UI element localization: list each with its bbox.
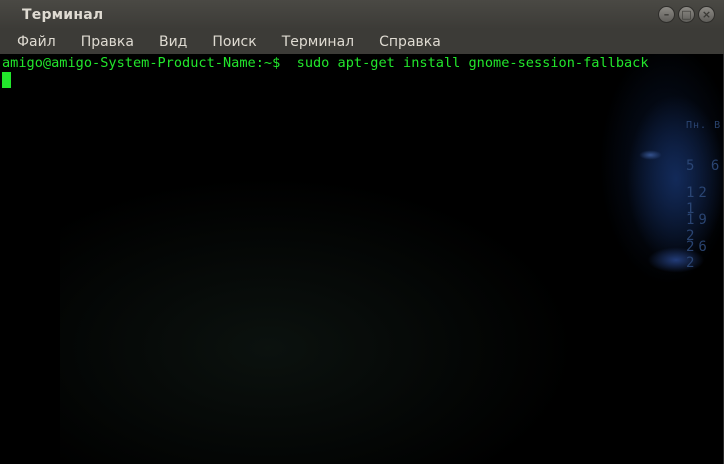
minimize-button[interactable]: – bbox=[658, 6, 675, 23]
maximize-button[interactable]: □ bbox=[678, 6, 695, 23]
terminal-window: Терминал – □ × Файл Правка Вид Поиск Тер… bbox=[0, 0, 724, 464]
menu-view[interactable]: Вид bbox=[147, 34, 199, 50]
menu-search[interactable]: Поиск bbox=[200, 34, 268, 50]
minimize-icon: – bbox=[663, 8, 670, 21]
calendar-row: 19 2 bbox=[686, 212, 711, 244]
background-calendar: Пн. В 5 6 12 1 19 2 26 2 bbox=[686, 120, 724, 271]
command-line: amigo@amigo-System-Product-Name:~$ sudo … bbox=[2, 55, 649, 72]
background-image-shadow bbox=[60, 174, 580, 464]
calendar-row: 26 2 bbox=[686, 239, 711, 271]
terminal-area[interactable]: Пн. В 5 6 12 1 19 2 26 2 amigo@amigo-Sys… bbox=[0, 54, 724, 464]
window-controls: – □ × bbox=[658, 6, 715, 23]
menu-help[interactable]: Справка bbox=[367, 34, 453, 50]
menu-file[interactable]: Файл bbox=[5, 34, 68, 50]
menu-terminal[interactable]: Терминал bbox=[270, 34, 366, 50]
window-title: Терминал bbox=[22, 6, 104, 23]
command-text: sudo apt-get install gnome-session-fallb… bbox=[280, 55, 649, 71]
title-bar[interactable]: Терминал – □ × bbox=[0, 0, 724, 29]
close-icon: × bbox=[701, 8, 712, 21]
calendar-row: 5 6 bbox=[686, 158, 724, 174]
shell-prompt: amigo@amigo-System-Product-Name:~$ bbox=[2, 55, 281, 71]
maximize-icon: □ bbox=[681, 8, 692, 21]
close-button[interactable]: × bbox=[698, 6, 715, 23]
text-cursor bbox=[2, 72, 11, 88]
menu-edit[interactable]: Правка bbox=[69, 34, 146, 50]
calendar-row: 12 1 bbox=[686, 185, 711, 217]
menu-bar: Файл Правка Вид Поиск Терминал Справка bbox=[0, 29, 724, 54]
calendar-header: Пн. В bbox=[686, 120, 722, 131]
